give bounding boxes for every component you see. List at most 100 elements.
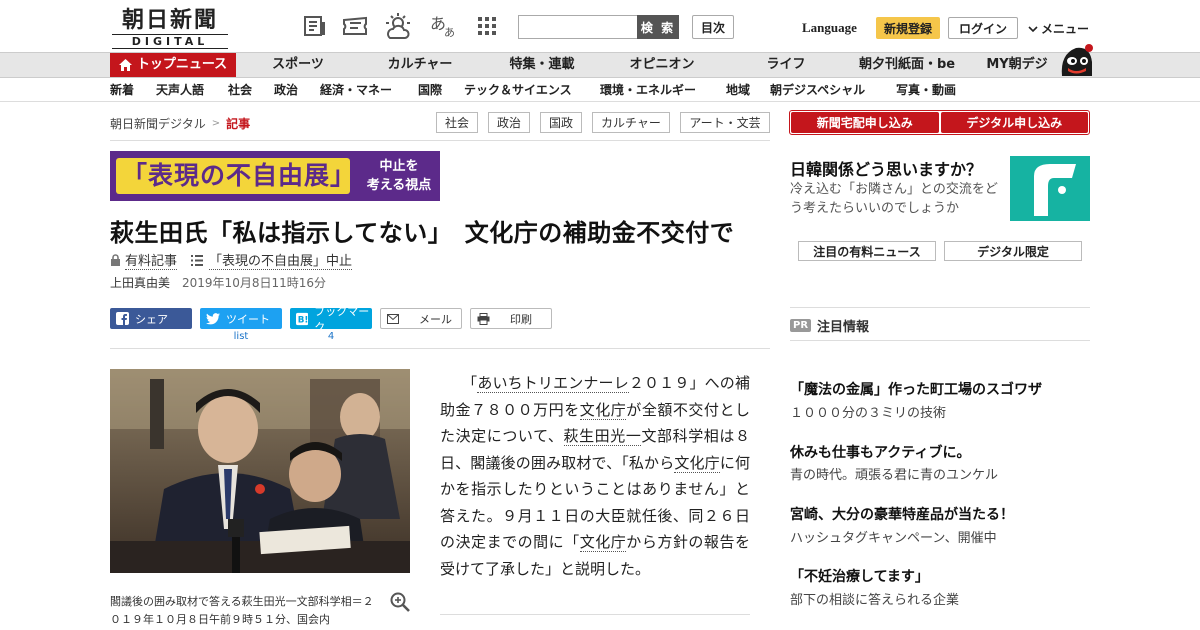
tab-digital-only[interactable]: デジタル限定 (944, 241, 1082, 261)
keyword-link-aichi-triennale[interactable]: あいちトリエンナーレ (477, 374, 629, 393)
hatena-count-link[interactable]: 4 (290, 331, 372, 342)
pr-heading: PR 注目情報 (790, 316, 869, 335)
ad-item-title[interactable]: 「不妊治療してます」 (790, 566, 929, 586)
ad-item-title[interactable]: 宮崎、大分の豪華特産品が当たる！ (790, 504, 1014, 524)
svg-text:あ: あ (444, 26, 455, 39)
print-icon (477, 312, 490, 325)
tag-arts[interactable]: アート・文芸 (680, 112, 770, 133)
banner-subtitle-line1: 中止を (379, 159, 419, 174)
tab-paid-news[interactable]: 注目の有料ニュース (798, 241, 936, 261)
keyword-link-hagiuda[interactable]: 萩生田光一 (563, 427, 642, 446)
subscribe-buttons: 新聞宅配申し込み デジタル申し込み (789, 110, 1090, 135)
twitter-count-link[interactable]: list (200, 331, 282, 342)
subnav-politics[interactable]: 政治 (274, 79, 298, 101)
photo-caption: 閣議後の囲み取材で答える萩生田光一文部科学相＝２０１９年１０月８日午前９時５１分… (110, 595, 374, 626)
keyword-link-bunkacho[interactable]: 文化庁 (579, 400, 627, 420)
subnav-photo-video[interactable]: 写真・動画 (896, 79, 956, 101)
site-header: 朝日新聞 DIGITAL ああ 検 索 目次 Language 新規登録 ログイ… (0, 0, 1200, 52)
nav-culture[interactable]: カルチャー (378, 53, 462, 77)
nav-life[interactable]: ライフ (748, 53, 824, 77)
search-input[interactable] (518, 15, 638, 39)
tag-politics[interactable]: 政治 (488, 112, 530, 133)
ticket-icon[interactable] (340, 12, 370, 40)
subnav-international[interactable]: 国際 (418, 79, 442, 101)
weather-sun-icon[interactable] (384, 12, 414, 40)
mail-icon (387, 313, 399, 324)
paid-article-label[interactable]: 有料記事 (125, 250, 178, 270)
article-photo[interactable] (110, 369, 410, 573)
hatena-bookmark-icon: B! (296, 312, 309, 325)
subnav-economy[interactable]: 経済・マネー (320, 79, 392, 101)
divider (790, 307, 1090, 308)
logo-text-jp: 朝日新聞 (121, 7, 218, 33)
index-button[interactable]: 目次 (692, 15, 734, 39)
twitter-share-button[interactable]: ツイート (200, 308, 282, 329)
article-body: 「あいちトリエンナーレ２０１９」への補助金７８００万円を文化庁が全額不交付とした… (440, 370, 750, 582)
banner-subtitle-line2: 考える視点 (366, 178, 432, 193)
facebook-share-button[interactable]: シェア (110, 308, 192, 329)
login-button[interactable]: ログイン (948, 17, 1018, 39)
keyword-link-bunkacho[interactable]: 文化庁 (579, 533, 627, 552)
hatena-bookmark-button[interactable]: B! ブックマーク (290, 305, 372, 334)
subnav-tech-science[interactable]: テック＆サイエンス (464, 79, 572, 101)
nav-top-news[interactable]: トップニュース (110, 53, 236, 77)
print-button[interactable]: 印刷 (470, 308, 552, 329)
newspaper-icon[interactable] (300, 12, 330, 40)
font-size-icon[interactable]: ああ (428, 12, 458, 40)
divider (790, 340, 1090, 341)
list-icon (191, 254, 204, 266)
tag-national-politics[interactable]: 国政 (540, 112, 582, 133)
tag-culture[interactable]: カルチャー (592, 112, 670, 133)
divider (110, 140, 770, 141)
ad-item-desc: 部下の相談に答えられる企業 (790, 593, 960, 608)
facebook-icon (116, 312, 129, 325)
subnav-region[interactable]: 地域 (726, 79, 750, 101)
lock-icon (111, 253, 120, 266)
subnav-society[interactable]: 社会 (228, 79, 252, 101)
nav-features[interactable]: 特集・連載 (498, 53, 586, 77)
article-byline: 上田真由美 2019年10月8日11時16分 (110, 274, 326, 291)
nav-newspaper[interactable]: 朝夕刊紙面・be (852, 53, 962, 77)
zoom-icon[interactable] (390, 592, 410, 612)
promo-image[interactable] (1010, 156, 1090, 221)
register-button[interactable]: 新規登録 (876, 17, 940, 39)
breadcrumb-home[interactable]: 朝日新聞デジタル (110, 115, 206, 132)
subnav-latest[interactable]: 新着 (110, 79, 134, 101)
feature-banner[interactable]: 「表現の不自由展」 中止を 考える視点 (110, 151, 440, 201)
subnav-environment[interactable]: 環境・エネルギー (600, 79, 696, 101)
ad-item-title[interactable]: 休みも仕事もアクティブに。 (790, 442, 970, 462)
menu-button[interactable]: メニュー (1028, 20, 1089, 37)
tag-society[interactable]: 社会 (436, 112, 478, 133)
hatena-bookmark-label: ブックマーク (314, 304, 370, 334)
site-logo[interactable]: 朝日新聞 DIGITAL (112, 7, 228, 49)
search-button[interactable]: 検 索 (637, 15, 679, 39)
nav-sports[interactable]: スポーツ (256, 53, 340, 77)
breadcrumb-current: 記事 (226, 117, 251, 131)
grid-menu-icon[interactable] (472, 12, 502, 40)
nav-opinion[interactable]: オピニオン (620, 53, 704, 77)
article-meta: 有料記事 「表現の不自由展」中止 (110, 250, 353, 270)
mascot-icon[interactable] (1056, 42, 1096, 78)
ad-item-desc: 青の時代。頑張る君に青のユンケル (790, 468, 999, 483)
nav-my-asahi[interactable]: MY朝デジ (980, 53, 1054, 77)
nav-top-news-label: トップニュース (136, 57, 228, 72)
subnav-tensei-jingo[interactable]: 天声人語 (156, 79, 204, 101)
body-text: 「 (462, 374, 478, 392)
paid-article-badge: 有料記事 (110, 250, 178, 270)
breadcrumb-separator: > (211, 118, 221, 129)
language-link[interactable]: Language (802, 20, 857, 36)
mail-share-button[interactable]: メール (380, 308, 462, 329)
article-headline: 萩生田氏「私は指示してない」 文化庁の補助金不交付で (110, 219, 735, 247)
breadcrumb: 朝日新聞デジタル > 記事 (110, 115, 250, 132)
promo-title[interactable]: 日韓関係どう思いますか？ (790, 156, 982, 180)
keyword-link-bunkacho[interactable]: 文化庁 (674, 453, 720, 473)
twitter-icon (206, 312, 220, 324)
ad-item-title[interactable]: 「魔法の金属」作った町工場のスゴワザ (790, 379, 1042, 399)
chevron-down-icon (1028, 25, 1038, 32)
subscribe-paper-button[interactable]: 新聞宅配申し込み (791, 112, 939, 133)
menu-label: メニュー (1041, 22, 1090, 36)
series-link[interactable]: 「表現の不自由展」中止 (191, 250, 353, 270)
subscribe-digital-button[interactable]: デジタル申し込み (940, 112, 1088, 133)
subnav-special[interactable]: 朝デジスペシャル (770, 79, 865, 101)
pr-badge: PR (790, 319, 812, 332)
